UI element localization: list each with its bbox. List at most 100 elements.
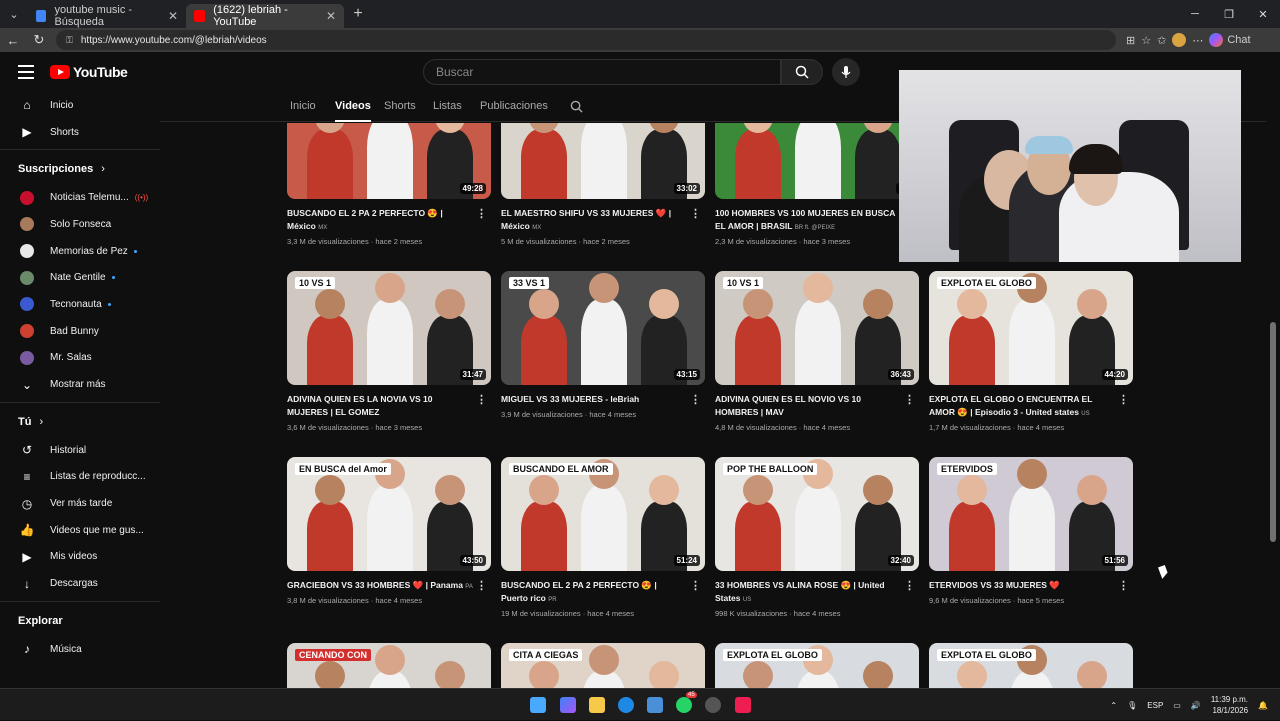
video-thumbnail[interactable]: 10 VS 1 31:47 bbox=[287, 271, 491, 385]
search-input[interactable]: Buscar bbox=[423, 59, 781, 85]
video-card[interactable]: CENANDO CON bbox=[287, 643, 491, 688]
subscription-item[interactable]: Memorias de Pez bbox=[0, 238, 160, 265]
more-actions-icon[interactable]: ⋮ bbox=[1118, 393, 1129, 406]
video-thumbnail[interactable]: BUSCANDO EL AMOR 51:24 bbox=[501, 457, 705, 571]
more-actions-icon[interactable]: ⋮ bbox=[476, 579, 487, 592]
more-actions-icon[interactable]: ⋮ bbox=[904, 393, 915, 406]
video-thumbnail[interactable]: EXPLOTA EL GLOBO bbox=[929, 643, 1133, 688]
video-thumbnail[interactable]: EXPLOTA EL GLOBO 44:20 bbox=[929, 271, 1133, 385]
menu-icon[interactable] bbox=[18, 65, 34, 79]
video-card[interactable]: 33 VS 1 43:15 MIGUEL VS 33 MUJERES - leBri… bbox=[501, 271, 705, 419]
video-thumbnail[interactable]: ETERVIDOS 51:56 bbox=[929, 457, 1133, 571]
video-title[interactable]: ADIVINA QUIEN ES EL NOVIO VS 10 HOMBRES |… bbox=[715, 393, 903, 419]
subscriptions-heading[interactable]: Suscripciones › bbox=[0, 154, 160, 184]
video-card[interactable]: POP THE BALLOON 32:40 33 HOMBRES VS ALINA … bbox=[715, 457, 919, 618]
you-heading[interactable]: Tú › bbox=[0, 407, 160, 437]
profile-avatar-icon[interactable] bbox=[1172, 33, 1187, 47]
subscription-item[interactable]: Mr. Salas bbox=[0, 345, 160, 372]
video-thumbnail[interactable]: EN BUSCA del Amor 43:50 bbox=[287, 457, 491, 571]
browser-tab-active[interactable]: (1622) lebriah - YouTube ✕ bbox=[186, 4, 344, 28]
more-actions-icon[interactable]: ⋮ bbox=[476, 393, 487, 406]
new-tab-button[interactable]: + bbox=[344, 5, 372, 23]
video-title[interactable]: MIGUEL VS 33 MUJERES - leBriah bbox=[501, 393, 689, 406]
subscription-item[interactable]: Tecnonauta bbox=[0, 291, 160, 318]
youtube-logo[interactable]: YouTube bbox=[50, 64, 128, 80]
video-title[interactable]: 33 HOMBRES VS ALINA ROSE 😍 | United State… bbox=[715, 579, 903, 607]
tab-listas[interactable]: Listas bbox=[433, 100, 462, 112]
subscription-item[interactable]: Solo Fonseca bbox=[0, 211, 160, 238]
language-indicator[interactable]: ESP bbox=[1147, 701, 1163, 710]
apps-icon[interactable]: ⊞ bbox=[1126, 34, 1135, 47]
sidebar-item[interactable]: ◷ Ver más tarde bbox=[0, 490, 160, 517]
store-icon[interactable] bbox=[647, 697, 663, 713]
video-thumbnail[interactable]: CENANDO CON bbox=[287, 643, 491, 688]
subscription-item[interactable]: Nate Gentile bbox=[0, 264, 160, 291]
site-info-icon[interactable]: ⚿ bbox=[66, 35, 73, 46]
video-card[interactable]: BUSCANDO EL AMOR 51:24 BUSCANDO EL 2 PA 2 … bbox=[501, 457, 705, 618]
scrollbar-thumb[interactable] bbox=[1270, 322, 1276, 542]
subscription-item[interactable]: Noticias Telemu... ((•)) bbox=[0, 184, 160, 211]
more-actions-icon[interactable]: ⋮ bbox=[476, 207, 487, 220]
video-card[interactable]: EXPLOTA EL GLOBO 44:20 EXPLOTA EL GLOBO O … bbox=[929, 271, 1133, 432]
url-field[interactable]: ⚿ https://www.youtube.com/@lebriah/video… bbox=[56, 30, 1116, 50]
video-title[interactable]: GRACIEBON VS 33 HOMBRES ❤️ | Panama PA bbox=[287, 579, 475, 594]
video-title[interactable]: 100 HOMBRES VS 100 MUJERES EN BUSCA EL AM… bbox=[715, 207, 903, 235]
voice-search-button[interactable] bbox=[832, 58, 860, 86]
more-actions-icon[interactable]: ⋮ bbox=[1118, 579, 1129, 592]
file-explorer-icon[interactable] bbox=[589, 697, 605, 713]
back-icon[interactable]: ← bbox=[0, 33, 26, 48]
video-title[interactable]: EL MAESTRO SHIFU VS 33 MUJERES ❤️ | Méxic… bbox=[501, 207, 689, 235]
video-thumbnail[interactable]: 33 VS 1 43:15 bbox=[501, 271, 705, 385]
video-title[interactable]: ADIVINA QUIEN ES LA NOVIA VS 10 MUJERES |… bbox=[287, 393, 475, 419]
video-title[interactable]: ETERVIDOS VS 33 MUJERES ❤️ bbox=[929, 579, 1117, 592]
sidebar-item[interactable]: 👍 Videos que me gus... bbox=[0, 517, 160, 544]
video-card[interactable]: 49:28 BUSCANDO EL 2 PA 2 PERFECTO 😍 | Méxi… bbox=[287, 123, 491, 246]
sidebar-item[interactable]: ↓ Descargas bbox=[0, 570, 160, 597]
sidebar-item-shorts[interactable]: ▶ Shorts bbox=[0, 119, 160, 146]
video-card[interactable]: 10 VS 1 31:47 ADIVINA QUIEN ES LA NOVIA VS… bbox=[287, 271, 491, 432]
more-actions-icon[interactable]: ⋮ bbox=[690, 393, 701, 406]
video-card[interactable]: 37: 100 HOMBRES VS 100 MUJERES EN BUSCA EL… bbox=[715, 123, 919, 246]
tiktok-icon[interactable] bbox=[735, 697, 751, 713]
volume-icon[interactable]: 🔊 bbox=[1191, 701, 1201, 710]
tab-videos[interactable]: Videos bbox=[335, 100, 371, 122]
video-thumbnail[interactable]: POP THE BALLOON 32:40 bbox=[715, 457, 919, 571]
minimize-icon[interactable]: ─ bbox=[1178, 8, 1212, 21]
video-card[interactable]: ETERVIDOS 51:56 ETERVIDOS VS 33 MUJERES ❤️… bbox=[929, 457, 1133, 605]
video-card[interactable]: CITA A CIEGAS bbox=[501, 643, 705, 688]
video-thumbnail[interactable]: CITA A CIEGAS bbox=[501, 643, 705, 688]
close-tab-icon[interactable]: ✕ bbox=[168, 9, 178, 23]
video-card[interactable]: EXPLOTA EL GLOBO bbox=[715, 643, 919, 688]
video-thumbnail[interactable]: 49:28 bbox=[287, 123, 491, 199]
video-thumbnail[interactable]: 37: bbox=[715, 123, 919, 199]
tab-inicio[interactable]: Inicio bbox=[290, 100, 316, 112]
favorites-icon[interactable]: ✩ bbox=[1157, 34, 1166, 47]
more-actions-icon[interactable]: ⋮ bbox=[690, 579, 701, 592]
whatsapp-icon[interactable] bbox=[676, 697, 692, 713]
sidebar-item[interactable]: ♪ Música bbox=[0, 636, 160, 663]
subscription-item[interactable]: Bad Bunny bbox=[0, 318, 160, 345]
copilot-icon[interactable] bbox=[560, 697, 576, 713]
tab-list-button[interactable]: ⌄ bbox=[0, 0, 28, 28]
notifications-icon[interactable]: 🔔 bbox=[1258, 701, 1268, 710]
edge-icon[interactable] bbox=[618, 697, 634, 713]
tab-publicaciones[interactable]: Publicaciones bbox=[480, 100, 548, 112]
video-thumbnail[interactable]: 10 VS 1 36:43 bbox=[715, 271, 919, 385]
restore-icon[interactable]: ❐ bbox=[1212, 8, 1246, 21]
favorite-star-icon[interactable]: ☆ bbox=[1141, 34, 1151, 47]
close-window-icon[interactable]: ✕ bbox=[1246, 8, 1280, 21]
clock[interactable]: 11:39 p.m. 18/1/2026 bbox=[1211, 694, 1248, 716]
page-scrollbar[interactable] bbox=[1266, 92, 1280, 688]
video-card[interactable]: EN BUSCA del Amor 43:50 GRACIEBON VS 33 HO… bbox=[287, 457, 491, 605]
chevron-up-icon[interactable]: ⌃ bbox=[1110, 701, 1117, 710]
video-title[interactable]: BUSCANDO EL 2 PA 2 PERFECTO 😍 | México MX bbox=[287, 207, 475, 235]
browser-tab[interactable]: youtube music - Búsqueda ✕ bbox=[28, 4, 186, 28]
more-options-icon[interactable]: ⋯ bbox=[1192, 34, 1203, 47]
video-title[interactable]: EXPLOTA EL GLOBO O ENCUENTRA EL AMOR 😍 | … bbox=[929, 393, 1117, 421]
xbox-icon[interactable] bbox=[705, 697, 721, 713]
show-more-button[interactable]: ⌄ Mostrar más bbox=[0, 371, 160, 398]
close-tab-icon[interactable]: ✕ bbox=[326, 9, 336, 23]
sidebar-item[interactable]: ↺ Historial bbox=[0, 437, 160, 464]
search-button[interactable] bbox=[781, 59, 823, 85]
video-card[interactable]: EXPLOTA EL GLOBO bbox=[929, 643, 1133, 688]
